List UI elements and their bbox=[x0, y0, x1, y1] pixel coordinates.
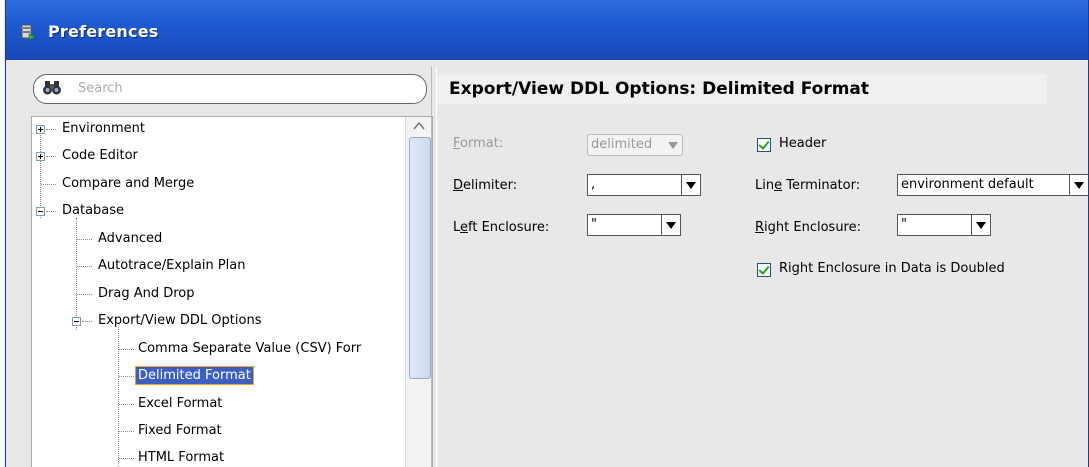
tree-connector bbox=[82, 321, 92, 322]
tree-item-label: Autotrace/Explain Plan bbox=[98, 258, 246, 273]
format-label: Format: bbox=[453, 136, 503, 151]
header-label: Header bbox=[779, 136, 827, 151]
left-enclosure-label: Left Enclosure: bbox=[453, 220, 549, 235]
line-terminator-label-text: Terminator: bbox=[782, 178, 861, 193]
collapse-icon[interactable] bbox=[72, 317, 81, 326]
tree-item-html-format[interactable]: HTML Format bbox=[114, 446, 226, 467]
tree-item-label: Database bbox=[62, 203, 125, 218]
format-label-mnemonic: F bbox=[453, 136, 461, 151]
tree-item-delimited-format[interactable]: Delimited Format bbox=[114, 364, 254, 388]
line-terminator-label-mnemonic: e bbox=[774, 178, 783, 193]
line-terminator-value[interactable]: environment default bbox=[901, 177, 1034, 192]
right-enclosure-label-text: ight Enclosure: bbox=[764, 220, 861, 235]
tree-item-autotrace-explain-plan[interactable]: Autotrace/Explain Plan bbox=[72, 254, 248, 278]
panel-header: Export/View DDL Options: Delimited Forma… bbox=[437, 74, 1047, 104]
panel-title: Export/View DDL Options: Delimited Forma… bbox=[449, 79, 870, 99]
delimiter-value[interactable]: , bbox=[591, 177, 595, 192]
binoculars-icon bbox=[43, 81, 61, 95]
right-enclosure-label-mnemonic: R bbox=[755, 220, 765, 235]
tree-item-environment[interactable]: Environment bbox=[36, 117, 147, 141]
tree-item-label: Drag And Drop bbox=[98, 286, 195, 301]
line-terminator-label-prefix: Lin bbox=[755, 178, 775, 193]
preferences-tree: Environment Code Editor Compare and Merg… bbox=[31, 116, 433, 467]
tree-item-label: Export/View DDL Options bbox=[98, 313, 262, 328]
search-input[interactable]: Search bbox=[78, 81, 123, 96]
tree-item-label: Code Editor bbox=[62, 148, 138, 163]
tree-connector bbox=[77, 294, 92, 295]
left-enclosure-combo[interactable]: " bbox=[587, 214, 681, 236]
left-enclosure-label-prefix: L bbox=[453, 220, 461, 235]
tree-item-label: Comma Separate Value (CSV) Forr bbox=[138, 341, 362, 356]
right-enclosure-label: Right Enclosure: bbox=[755, 220, 861, 235]
window-title: Preferences bbox=[48, 22, 159, 41]
delimiter-label-mnemonic: D bbox=[453, 178, 464, 193]
tree-item-label: Fixed Format bbox=[138, 423, 222, 438]
line-terminator-combo[interactable]: environment default bbox=[897, 174, 1088, 196]
line-terminator-label: Line Terminator: bbox=[755, 178, 860, 193]
tree-connector bbox=[119, 458, 134, 459]
tree-connector bbox=[119, 349, 134, 350]
delimiter-combo[interactable]: , bbox=[587, 174, 701, 196]
tree-connector bbox=[119, 376, 134, 377]
tree-connector bbox=[77, 266, 92, 267]
format-select: delimited bbox=[587, 134, 683, 156]
scroll-up-arrow-icon[interactable] bbox=[406, 117, 432, 135]
tree-item-advanced[interactable]: Advanced bbox=[72, 227, 164, 251]
right-enclosure-combo[interactable]: " bbox=[897, 214, 991, 236]
tree-connector bbox=[46, 211, 56, 212]
navigation-pane: Search Environment Code Editor Compare a… bbox=[21, 66, 433, 467]
format-value: delimited bbox=[591, 137, 653, 152]
tree-item-label: Excel Format bbox=[138, 396, 223, 411]
delimiter-label-text: elimiter: bbox=[463, 178, 518, 193]
options-panel: Export/View DDL Options: Delimited Forma… bbox=[437, 66, 1088, 467]
right-enclosure-doubled-label: Right Enclosure in Data is Doubled bbox=[779, 261, 1005, 276]
tree-connector bbox=[41, 184, 56, 185]
tree-connector bbox=[119, 431, 134, 432]
tree-item-drag-and-drop[interactable]: Drag And Drop bbox=[72, 282, 197, 306]
dropdown-arrow-icon[interactable] bbox=[661, 215, 680, 235]
tree-item-fixed-format[interactable]: Fixed Format bbox=[114, 419, 224, 443]
delimiter-label: Delimiter: bbox=[453, 178, 517, 193]
dropdown-arrow-icon[interactable] bbox=[1069, 175, 1088, 195]
tree-item-code-editor[interactable]: Code Editor bbox=[36, 144, 140, 168]
left-enclosure-label-text: ft Enclosure: bbox=[468, 220, 550, 235]
tree-item-excel-format[interactable]: Excel Format bbox=[114, 392, 224, 416]
tree-item-compare-and-merge[interactable]: Compare and Merge bbox=[36, 172, 196, 196]
right-enclosure-doubled-checkbox[interactable] bbox=[757, 263, 771, 277]
header-checkbox[interactable] bbox=[757, 138, 771, 152]
tree-connector bbox=[46, 129, 56, 130]
tree-item-csv-format[interactable]: Comma Separate Value (CSV) Forr bbox=[114, 337, 363, 361]
left-enclosure-label-mnemonic: e bbox=[460, 220, 469, 235]
tree-connector bbox=[119, 404, 134, 405]
right-enclosure-value[interactable]: " bbox=[901, 217, 907, 232]
preferences-app-icon bbox=[21, 24, 36, 41]
tree-item-export-view-ddl-options[interactable]: Export/View DDL Options bbox=[72, 309, 263, 333]
tree-item-label: Compare and Merge bbox=[62, 176, 195, 191]
left-enclosure-value[interactable]: " bbox=[591, 217, 597, 232]
dropdown-arrow-icon bbox=[664, 135, 682, 155]
search-field[interactable]: Search bbox=[33, 74, 427, 104]
preferences-window: Preferences Search Environment Code Edit… bbox=[5, 0, 1089, 467]
tree-item-label: HTML Format bbox=[138, 450, 225, 465]
tree-item-label: Advanced bbox=[98, 231, 163, 246]
expand-icon[interactable] bbox=[36, 152, 45, 161]
scrollbar-thumb[interactable] bbox=[409, 137, 431, 379]
format-label-text: ormat: bbox=[460, 136, 504, 151]
tree-connector bbox=[77, 239, 92, 240]
tree-connector bbox=[46, 156, 56, 157]
expand-icon[interactable] bbox=[36, 125, 45, 134]
tree-item-label: Environment bbox=[62, 121, 146, 136]
title-bar[interactable]: Preferences bbox=[6, 0, 1088, 60]
dropdown-arrow-icon[interactable] bbox=[971, 215, 990, 235]
tree-scrollbar[interactable] bbox=[405, 117, 432, 467]
collapse-icon[interactable] bbox=[36, 207, 45, 216]
tree-item-database[interactable]: Database bbox=[36, 199, 126, 223]
dropdown-arrow-icon[interactable] bbox=[681, 175, 700, 195]
tree-item-label: Delimited Format bbox=[135, 366, 254, 385]
